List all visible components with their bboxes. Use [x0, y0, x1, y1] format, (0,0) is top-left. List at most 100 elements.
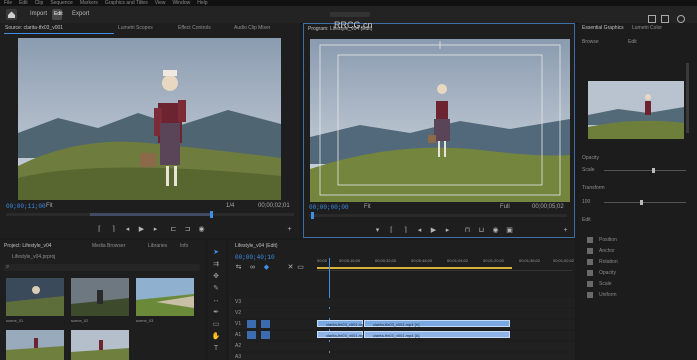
project-search-field[interactable]: ⌕ — [4, 264, 200, 271]
extract-icon[interactable]: ⊔ — [478, 227, 485, 234]
lumetri-scopes-tab[interactable]: Lumetri Scopes — [118, 25, 153, 31]
program-export-frame-icon[interactable]: ◉ — [492, 227, 499, 234]
program-fit-select[interactable]: Fit — [364, 204, 371, 210]
snap-icon[interactable]: ⇆ — [235, 264, 242, 271]
overwrite-icon[interactable]: ⊐ — [184, 226, 191, 233]
program-mark-out-icon[interactable]: ⌈ — [388, 227, 395, 234]
clip-a1b[interactable]: clarita-tfx03_v001.mp4 [A] — [364, 331, 510, 338]
essential-graphics-tab[interactable]: Essential Graphics — [582, 25, 624, 31]
browse-section[interactable]: Browse — [582, 39, 599, 45]
pen-tool-icon[interactable]: ✒ — [211, 308, 221, 317]
track-v1-label: V1 — [235, 321, 242, 327]
source-timecode-in[interactable]: 00;00;11;00 — [6, 203, 46, 210]
wrench-icon[interactable]: ✕ — [287, 264, 294, 271]
program-playhead[interactable] — [311, 212, 314, 219]
track-target-a1[interactable] — [247, 331, 256, 339]
work-area-bar[interactable] — [317, 267, 512, 269]
program-go-in-icon[interactable]: ⌉ — [402, 227, 409, 234]
tab-export[interactable]: Export — [72, 11, 89, 17]
audio-clip-mixer-tab[interactable]: Audio Clip Mixer — [234, 25, 270, 31]
program-mark-in-icon[interactable]: ▾ — [374, 227, 381, 234]
property-row-uniform[interactable]: Uniform — [585, 290, 693, 300]
captions-icon[interactable]: ▭ — [297, 264, 304, 271]
property-row-position[interactable]: Position — [585, 235, 693, 245]
mark-in-icon[interactable]: ⌈ — [96, 226, 103, 233]
settings-icon[interactable] — [677, 15, 685, 23]
export-frame-icon[interactable]: ◉ — [198, 226, 205, 233]
slip-tool-icon[interactable]: ↔ — [211, 296, 221, 305]
source-play-icon[interactable]: ▶ — [138, 226, 145, 233]
transform-slider[interactable] — [604, 200, 686, 205]
thumb-4[interactable] — [6, 330, 64, 360]
source-fit-select[interactable]: Fit — [46, 203, 53, 209]
thumb-2[interactable] — [71, 278, 129, 316]
add-marker-icon[interactable]: ◆ — [263, 264, 270, 271]
source-resolution[interactable]: 1/4 — [226, 203, 234, 209]
selection-tool-icon[interactable]: ➤ — [211, 248, 221, 257]
source-scrub-bar[interactable] — [6, 211, 294, 218]
linked-selection-icon[interactable]: ∞ — [249, 264, 256, 271]
thumb-1[interactable] — [6, 278, 64, 316]
hand-tool-icon[interactable]: ✋ — [211, 332, 221, 341]
mark-out-icon[interactable]: ⌉ — [110, 226, 117, 233]
razor-tool-icon[interactable]: ✎ — [211, 284, 221, 293]
track-lock-v1[interactable] — [261, 320, 270, 328]
program-step-forward-icon[interactable]: ▸ — [444, 227, 451, 234]
tab-edit[interactable]: Edit — [54, 11, 63, 17]
media-browser-tab[interactable]: Media Browser — [92, 243, 125, 249]
layers-header: Edit — [582, 217, 591, 223]
property-row-rotation[interactable]: Rotation — [585, 257, 693, 267]
program-settings-icon[interactable]: + — [562, 227, 569, 234]
program-timecode-in[interactable]: 00;00;00;00 — [309, 204, 349, 211]
program-play-icon[interactable]: ▶ — [430, 227, 437, 234]
scale-slider-thumb[interactable] — [652, 168, 655, 173]
clip-v1[interactable]: clarita-tfx03_v001.mp4 — [317, 320, 366, 327]
thumb-5[interactable] — [71, 330, 129, 360]
type-tool-icon[interactable]: T — [211, 344, 221, 353]
source-playhead[interactable] — [210, 211, 213, 218]
essential-scrollbar[interactable] — [686, 63, 689, 133]
lift-icon[interactable]: ⊓ — [464, 227, 471, 234]
info-tab[interactable]: Info — [180, 243, 188, 249]
rectangle-tool-icon[interactable]: ▭ — [211, 320, 221, 329]
source-settings-icon[interactable]: + — [286, 226, 293, 233]
quick-export-icon[interactable] — [648, 15, 656, 23]
property-row-opacity[interactable]: Opacity — [585, 268, 693, 278]
ripple-edit-tool-icon[interactable]: ✥ — [211, 272, 221, 281]
insert-icon[interactable]: ⊏ — [170, 226, 177, 233]
libraries-tab[interactable]: Libraries — [148, 243, 167, 249]
track-lock-a1[interactable] — [261, 331, 270, 339]
program-step-back-icon[interactable]: ◂ — [416, 227, 423, 234]
timeline-timecode[interactable]: 00;00;40;10 — [235, 254, 275, 261]
essential-preview-frame — [588, 81, 684, 139]
clip-a1[interactable]: clarita-tfx03_v001.mp4 — [317, 331, 366, 338]
edit-section[interactable]: Edit — [628, 39, 637, 45]
source-tab[interactable]: Source: clarita-tfx03_v001 — [5, 25, 63, 31]
track-v2: V2 — [229, 309, 575, 318]
program-resolution[interactable]: Full — [500, 204, 510, 210]
thumb-3[interactable] — [136, 278, 194, 316]
ruler-tick-7: 00;01;52;02 — [553, 258, 575, 263]
scale-slider[interactable] — [604, 168, 686, 173]
anchor-swatch — [587, 248, 593, 254]
property-row-anchor[interactable]: Anchor — [585, 246, 693, 256]
step-back-icon[interactable]: ◂ — [124, 226, 131, 233]
track-select-tool-icon[interactable]: ⇉ — [211, 260, 221, 269]
tab-import[interactable]: Import — [30, 11, 47, 17]
property-row-scale[interactable]: Scale — [585, 279, 693, 289]
project-tab[interactable]: Project: Lifestyle_v04 — [4, 243, 52, 249]
lumetri-color-tab[interactable]: Lumetri Color — [632, 25, 662, 31]
effect-controls-tab[interactable]: Effect Controls — [178, 25, 211, 31]
scale-value[interactable]: 100 — [582, 199, 590, 205]
track-target-v1[interactable] — [247, 320, 256, 328]
comparison-view-icon[interactable]: ▣ — [506, 227, 513, 234]
fullscreen-icon[interactable] — [661, 15, 669, 23]
clip-v1b[interactable]: clarita-tfx03_v001.mp4 [V] — [364, 320, 510, 327]
timeline-tab[interactable]: Lifestyle_v04 (Edit) — [235, 243, 278, 249]
ruler-tick-3: 00;00;48;00 — [411, 258, 433, 263]
home-icon[interactable] — [6, 9, 17, 20]
transform-slider-thumb[interactable] — [640, 200, 643, 205]
time-ruler[interactable]: 00;00 00;00;16;00 00;00;32;00 00;00;48;0… — [317, 258, 575, 271]
step-forward-icon[interactable]: ▸ — [152, 226, 159, 233]
program-scrub-bar[interactable] — [309, 212, 567, 219]
